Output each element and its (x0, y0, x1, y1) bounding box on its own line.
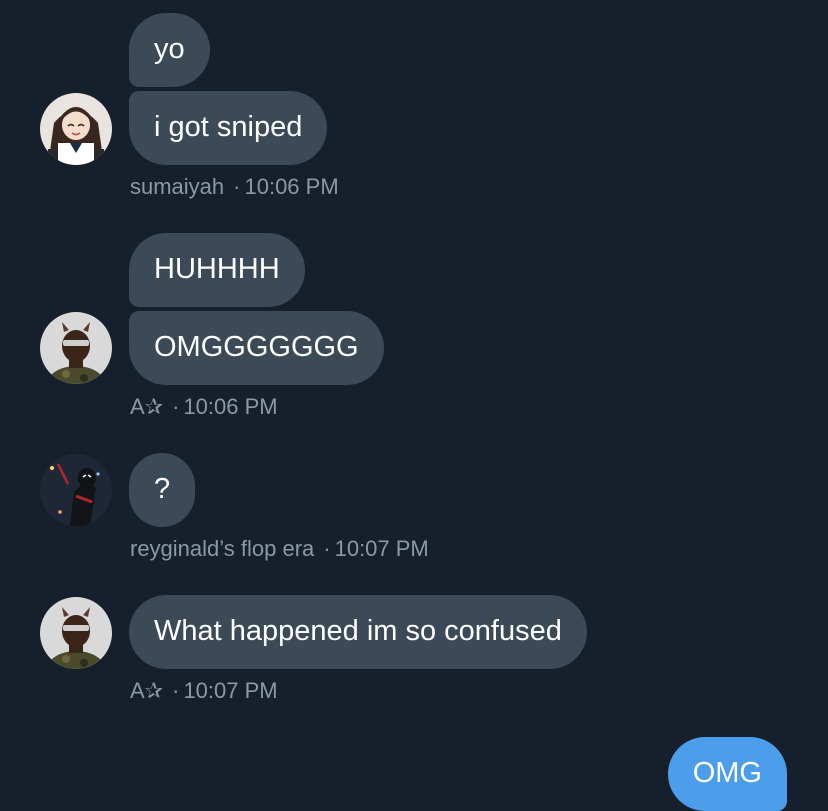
message-bubble[interactable]: What happened im so confused (129, 595, 587, 669)
meta-separator: · (172, 394, 180, 419)
message-meta: sumaiyah · 10:06 PM (130, 176, 339, 198)
message-bubble[interactable]: HUHHHH (129, 233, 305, 307)
timestamp: 10:07 PM (183, 678, 278, 703)
masked-person-avatar-icon (40, 597, 112, 669)
avatar[interactable] (40, 312, 112, 384)
timestamp: 10:06 PM (183, 394, 278, 419)
message-meta: A✰ · 10:06 PM (130, 396, 278, 418)
masked-person-avatar-icon (40, 312, 112, 384)
message-bubble[interactable]: ? (129, 453, 196, 527)
message-bubble[interactable]: OMGGGGGGG (129, 311, 384, 385)
sender-name[interactable]: sumaiyah (130, 174, 224, 199)
avatar[interactable] (40, 93, 112, 165)
message-bubble[interactable]: i got sniped (129, 91, 328, 165)
meta-separator: · (172, 678, 180, 703)
meta-separator: · (233, 174, 241, 199)
sender-name[interactable]: A✰ (130, 394, 163, 419)
anime-girl-avatar-icon (40, 93, 112, 165)
message-meta: reyginald’s flop era · 10:07 PM (130, 538, 429, 560)
timestamp: 10:06 PM (244, 174, 339, 199)
spider-hero-avatar-icon (40, 454, 112, 526)
sender-name[interactable]: reyginald’s flop era (130, 536, 314, 561)
avatar[interactable] (40, 454, 112, 526)
message-meta: A✰ · 10:07 PM (130, 680, 278, 702)
avatar[interactable] (40, 597, 112, 669)
sent-message-bubble[interactable]: OMG (667, 737, 787, 811)
message-bubble[interactable]: yo (129, 13, 210, 87)
timestamp: 10:07 PM (334, 536, 429, 561)
sender-name[interactable]: A✰ (130, 678, 163, 703)
meta-separator: · (323, 536, 331, 561)
